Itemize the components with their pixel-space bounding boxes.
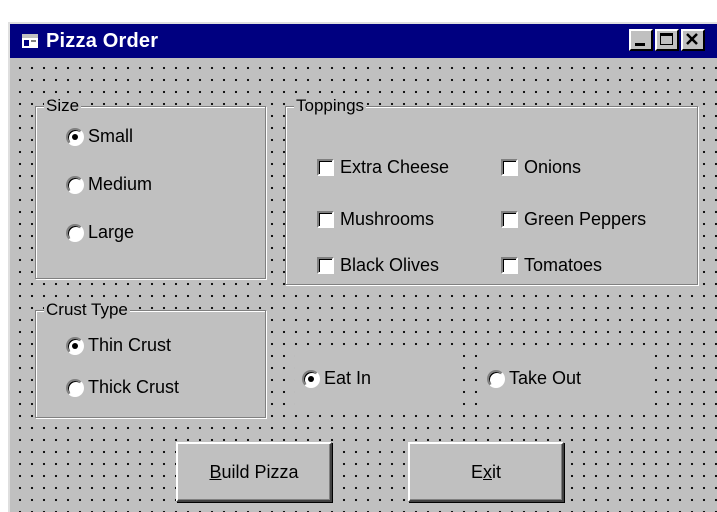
radio-selected-icon: [302, 369, 320, 388]
exit-button[interactable]: Exit: [408, 442, 564, 502]
eat-in-radio[interactable]: Eat In: [302, 368, 371, 389]
tomatoes-checkbox[interactable]: Tomatoes: [501, 255, 602, 276]
radio-selected-icon: [66, 336, 84, 355]
radio-selected-icon: [66, 127, 84, 146]
toppings-frame-label: Toppings: [294, 95, 367, 117]
checkbox-icon: [317, 211, 334, 228]
maximize-icon: [660, 33, 673, 45]
radio-icon: [487, 369, 505, 388]
form-client-area: Size Small Medium Large Crust Type Thin …: [10, 58, 717, 512]
checkbox-icon: [317, 257, 334, 274]
close-button[interactable]: [681, 29, 705, 51]
thin-crust-radio[interactable]: Thin Crust: [66, 335, 171, 356]
green-peppers-checkbox[interactable]: Green Peppers: [501, 209, 646, 230]
form-icon: [22, 34, 38, 48]
build-pizza-button[interactable]: Build Pizza: [176, 442, 332, 502]
size-frame: Size Small Medium Large: [35, 95, 266, 279]
checkbox-icon: [501, 159, 518, 176]
checkbox-icon: [501, 257, 518, 274]
maximize-button[interactable]: [655, 29, 679, 51]
mushrooms-checkbox[interactable]: Mushrooms: [317, 209, 434, 230]
extra-cheese-checkbox[interactable]: Extra Cheese: [317, 157, 449, 178]
mushrooms-label: Mushrooms: [340, 209, 435, 229]
take-out-radio[interactable]: Take Out: [487, 368, 581, 389]
onions-checkbox[interactable]: Onions: [501, 157, 581, 178]
title-bar[interactable]: Pizza Order: [10, 24, 717, 58]
size-medium-radio[interactable]: Medium: [66, 174, 152, 195]
minimize-icon: [635, 43, 645, 46]
size-medium-label: Medium: [88, 174, 153, 194]
onions-label: Onions: [524, 157, 582, 177]
build-pizza-label: Build Pizza: [209, 461, 299, 482]
checkbox-icon: [501, 211, 518, 228]
radio-icon: [66, 378, 84, 397]
pizza-order-window: Pizza Order Size Small Medium Large Crus…: [8, 22, 717, 512]
take-out-label: Take Out: [509, 368, 582, 388]
size-small-radio[interactable]: Small: [66, 126, 133, 147]
exit-label: Exit: [470, 461, 501, 482]
window-title: Pizza Order: [46, 30, 159, 52]
extra-cheese-label: Extra Cheese: [340, 157, 450, 177]
tomatoes-label: Tomatoes: [524, 255, 603, 275]
minimize-button[interactable]: [629, 29, 653, 51]
crust-frame-label: Crust Type: [44, 299, 130, 321]
radio-icon: [66, 223, 84, 242]
size-small-label: Small: [88, 126, 134, 146]
thin-crust-label: Thin Crust: [88, 335, 172, 355]
toppings-frame: Toppings Extra Cheese Onions Mushrooms G…: [285, 95, 698, 285]
thick-crust-label: Thick Crust: [88, 377, 180, 397]
black-olives-checkbox[interactable]: Black Olives: [317, 255, 439, 276]
eat-in-label: Eat In: [324, 368, 372, 388]
radio-icon: [66, 175, 84, 194]
size-large-label: Large: [88, 222, 135, 242]
checkbox-icon: [317, 159, 334, 176]
black-olives-label: Black Olives: [340, 255, 440, 275]
close-icon: [686, 33, 698, 45]
size-frame-label: Size: [44, 95, 82, 117]
green-peppers-label: Green Peppers: [524, 209, 647, 229]
thick-crust-radio[interactable]: Thick Crust: [66, 377, 179, 398]
size-large-radio[interactable]: Large: [66, 222, 134, 243]
crust-frame: Crust Type Thin Crust Thick Crust: [35, 299, 266, 418]
